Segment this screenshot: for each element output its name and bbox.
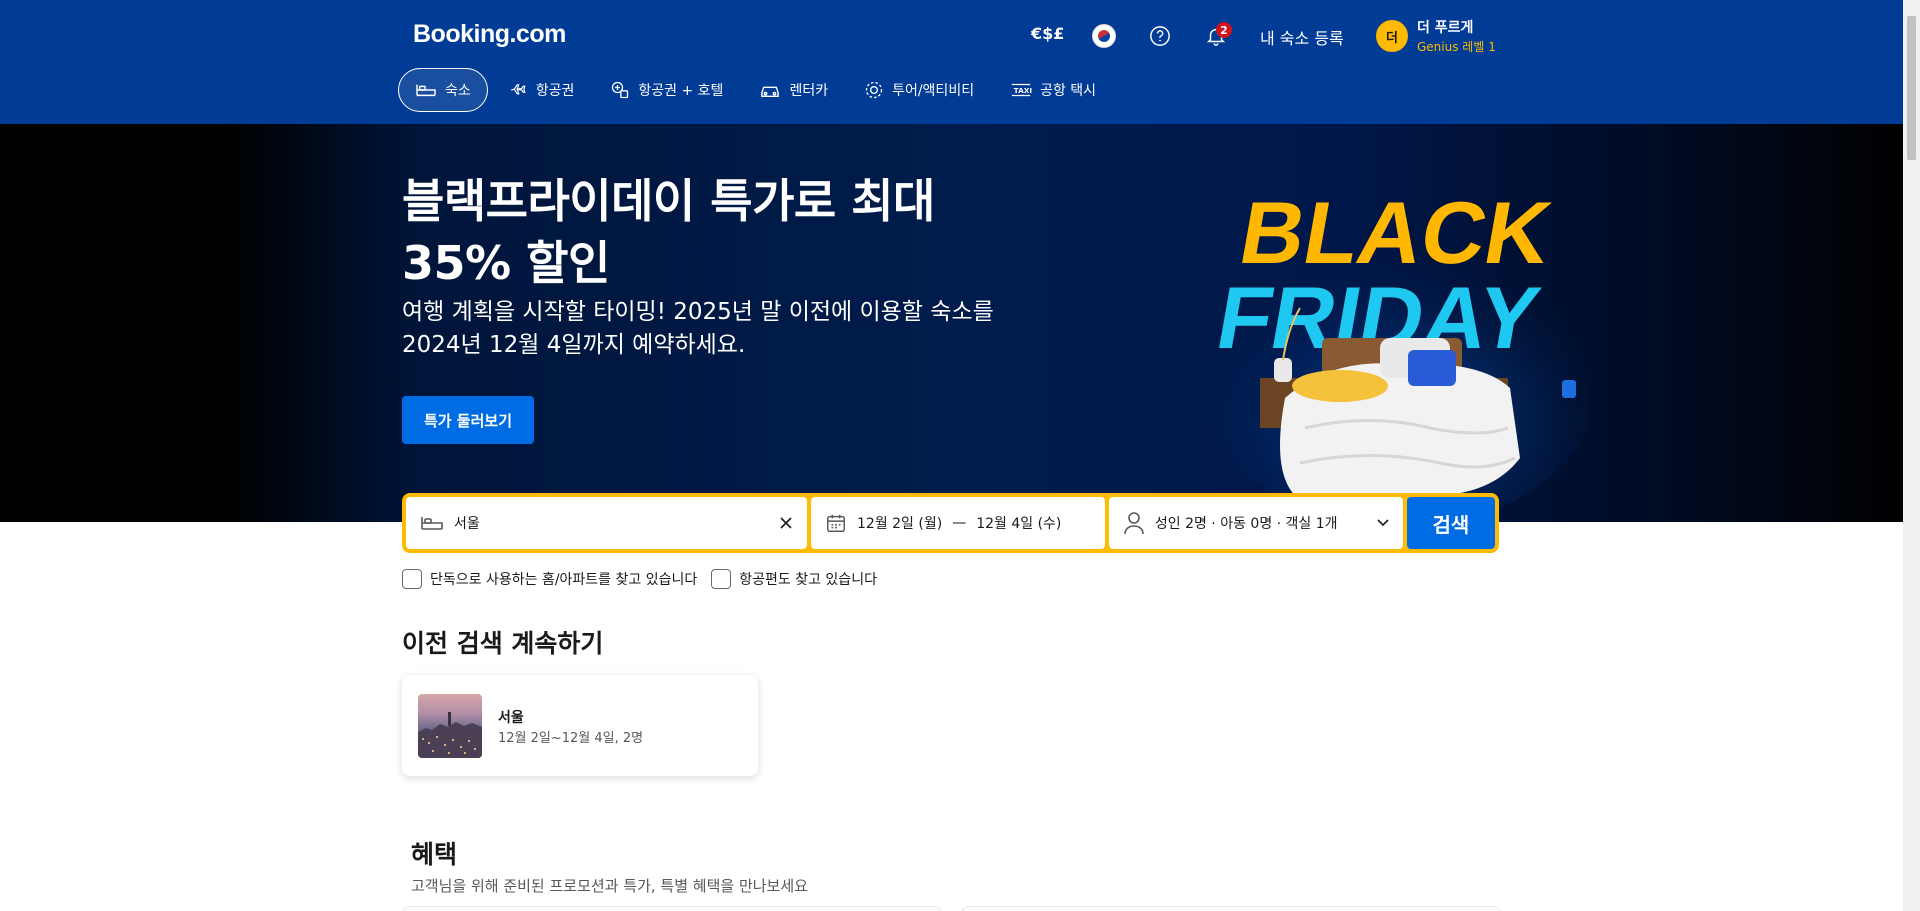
booking-homepage: Booking.com €$£ 2 내 숙소 등록 더 더 푸르게 Genius… [0,0,1920,911]
checkbox-box[interactable] [711,569,732,589]
offers-subtitle: 고객님을 위해 준비된 프로모션과 특가, 특별 혜택을 만나보세요 [411,877,808,895]
seoul-thumbnail [418,694,482,758]
help-icon [1150,26,1170,46]
tab-label: 공항 택시 [1040,83,1097,99]
date-separator: — [952,515,967,531]
destination-field[interactable]: 서울 [406,497,807,549]
recent-searches-title: 이전 검색 계속하기 [402,629,604,658]
bed-icon [416,84,436,97]
destination-value: 서울 [454,516,480,532]
attractions-icon [865,81,883,99]
tab-flight-hotel[interactable]: 항공권 + 호텔 [594,68,739,112]
car-icon [761,86,780,98]
occupancy-selector[interactable]: 성인 2명 · 아동 0명 · 객실 1개 [1108,497,1403,549]
hero-subtitle: 여행 계획을 시작할 타이밍! 2025년 말 이전에 이용할 숙소를 2024… [402,299,994,358]
hero-title: 블랙프라이데이 특가로 최대 35% 할인 [402,174,935,290]
checkbox-label: 단독으로 사용하는 홈/아파트를 찾고 있습니다 [430,572,698,588]
recent-details: 12월 2일~12월 4일, 2명 [498,731,644,746]
tab-label: 렌터카 [789,83,829,99]
booking-logo[interactable]: Booking.com [413,20,566,49]
tab-label: 투어/액티비티 [892,83,975,99]
flights-checkbox[interactable]: 항공편도 찾고 있습니다 [711,569,877,589]
currency-selector[interactable]: €$£ [1031,24,1064,43]
tab-car-rental[interactable]: 렌터카 [743,68,844,112]
genius-level: Genius 레벨 1 [1417,40,1496,54]
black-friday-hero: 블랙프라이데이 특가로 최대 35% 할인 여행 계획을 시작할 타이밍! 20… [0,124,1903,522]
plane-hotel-icon [612,81,629,99]
language-selector[interactable] [1088,20,1120,52]
person-icon [1124,512,1144,535]
chevron-down-icon [1377,519,1389,527]
tab-label: 항공권 [535,83,575,99]
list-property-link[interactable]: 내 숙소 등록 [1260,25,1344,49]
date-picker[interactable]: 12월 2일 (월) — 12월 4일 (수) [811,497,1105,549]
tab-airport-taxi[interactable]: TAXI 공항 택시 [994,68,1112,112]
tab-flights[interactable]: 항공권 [492,68,591,112]
search-box: 서울 12월 2일 (월) — 12월 4일 (수) 성인 2명 · 아동 0명… [402,493,1499,553]
tab-label: 숙소 [445,83,471,99]
recent-search-card[interactable]: 서울 12월 2일~12월 4일, 2명 [402,675,758,776]
page-scrollbar[interactable] [1903,0,1920,911]
scrollbar-thumb[interactable] [1907,16,1916,160]
bed-icon [421,517,443,530]
entire-homes-checkbox[interactable]: 단독으로 사용하는 홈/아파트를 찾고 있습니다 [402,569,697,589]
black-friday-illustration: BLACK FRIDAY [1200,184,1590,518]
tab-stays[interactable]: 숙소 [398,68,488,112]
explore-deals-button[interactable]: 특가 둘러보기 [402,396,534,444]
offer-card[interactable] [961,906,1501,911]
user-name[interactable]: 더 푸르게 [1417,17,1473,37]
clear-icon[interactable] [779,516,793,530]
site-header: Booking.com €$£ 2 내 숙소 등록 더 더 푸르게 Genius… [0,0,1903,124]
offer-card[interactable] [402,906,942,911]
checkbox-label: 항공편도 찾고 있습니다 [739,572,877,588]
svg-text:TAXI: TAXI [1014,86,1032,95]
checkin-date: 12월 2일 (월) [857,516,943,532]
korea-flag-icon [1092,24,1116,48]
checkout-date: 12월 4일 (수) [976,516,1062,532]
product-tabs: 숙소 항공권 항공권 + 호텔 렌터카 투어/액티비티 TAXI 공항 택시 [398,68,1116,112]
search-filters: 단독으로 사용하는 홈/아파트를 찾고 있습니다 항공편도 찾고 있습니다 [402,569,891,589]
tab-label: 항공권 + 호텔 [638,83,724,99]
search-button[interactable]: 검색 [1406,497,1495,549]
plane-icon [510,84,526,95]
notification-count-badge: 2 [1216,22,1232,38]
offers-title: 혜택 [411,840,458,869]
calendar-icon [827,514,845,532]
tab-attractions[interactable]: 투어/액티비티 [848,68,990,112]
user-avatar[interactable]: 더 [1376,20,1408,52]
black-text: BLACK [1233,184,1558,282]
occupancy-value: 성인 2명 · 아동 0명 · 객실 1개 [1154,516,1338,532]
recent-city: 서울 [498,710,524,726]
help-button[interactable] [1144,20,1176,52]
taxi-icon: TAXI [1011,83,1032,97]
checkbox-box[interactable] [402,569,422,589]
